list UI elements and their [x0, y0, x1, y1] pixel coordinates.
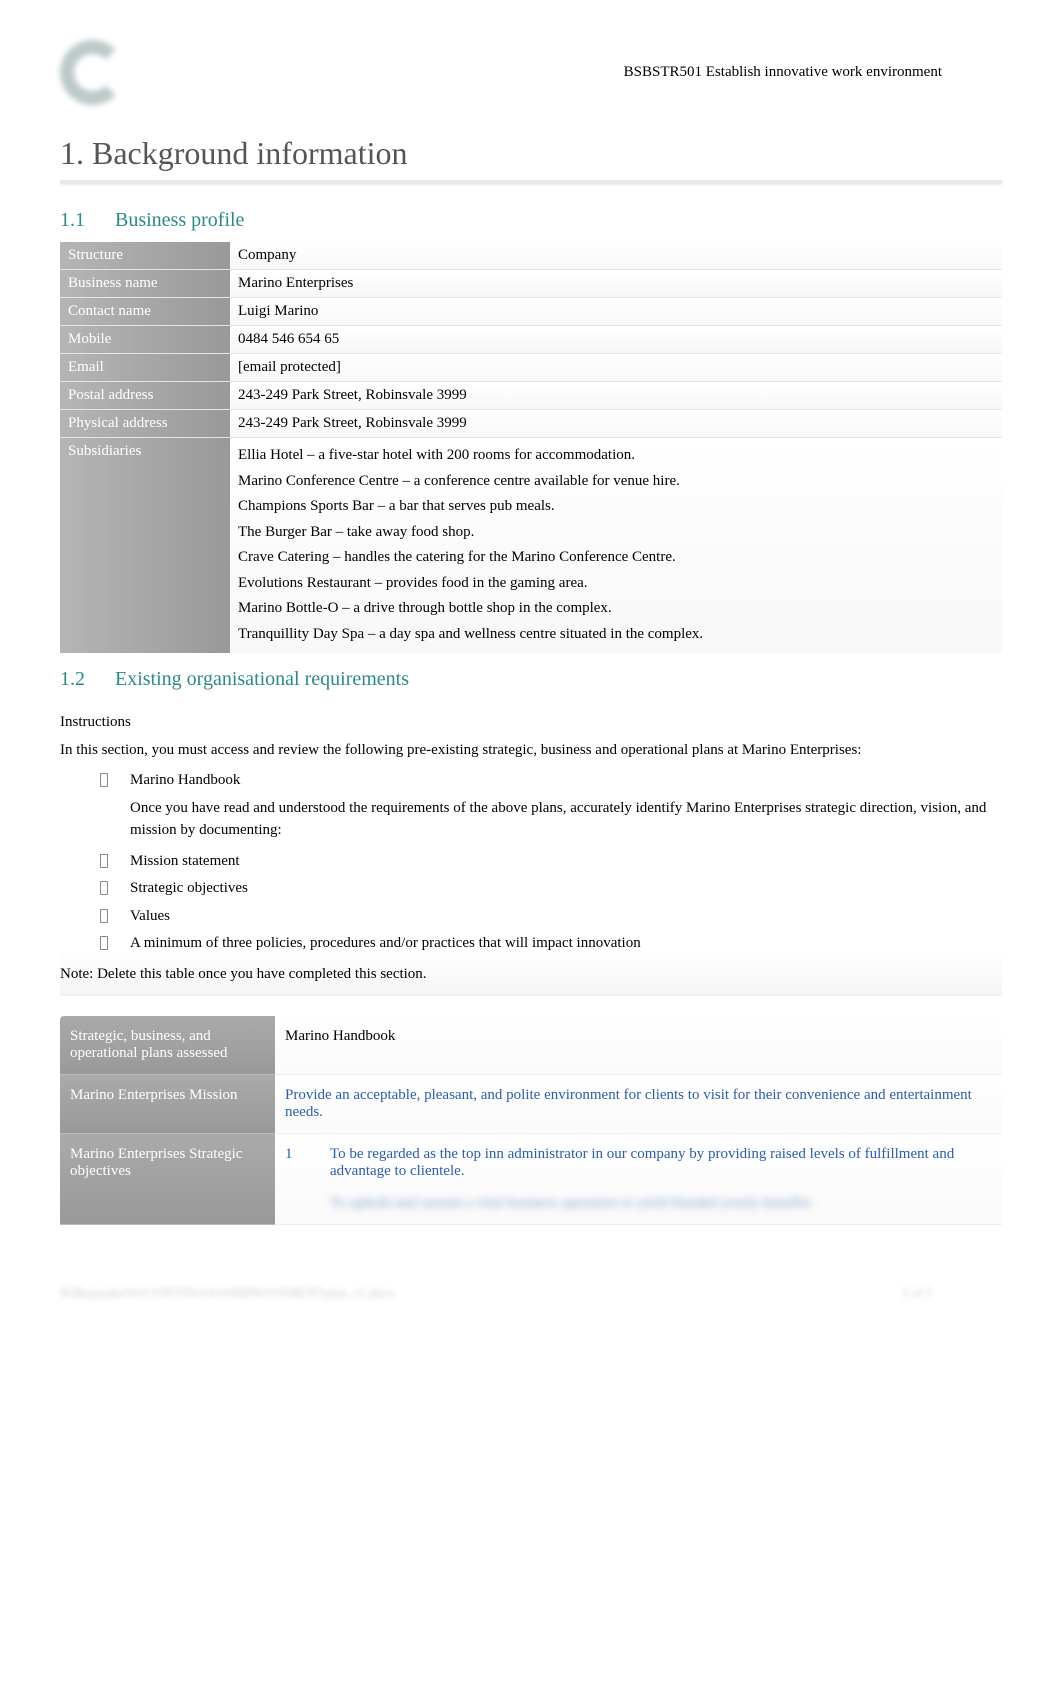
objective-number: 1: [285, 1146, 300, 1180]
subsidiary-item: Evolutions Restaurant – provides food in…: [238, 571, 994, 597]
table-row: Marino Enterprises Mission Provide an ac…: [60, 1075, 1002, 1134]
subsidiary-item: Champions Sports Bar – a bar that serves…: [238, 494, 994, 520]
subsidiary-item: Marino Conference Centre – a conference …: [238, 469, 994, 495]
list-item: A minimum of three policies, procedures …: [100, 932, 992, 955]
objective-item: 1 To be regarded as the top inn administ…: [285, 1146, 992, 1180]
course-code: BSBSTR501 Establish innovative work envi…: [135, 64, 942, 81]
section-divider: [60, 180, 1002, 184]
plans-value: Marino Handbook: [275, 1016, 1002, 1075]
list-item: Marino Handbook: [100, 769, 992, 792]
subsidiary-item: Marino Bottle-O – a drive through bottle…: [238, 596, 994, 622]
profile-value: Luigi Marino: [230, 298, 1002, 326]
company-logo: [60, 40, 135, 105]
profile-label: Postal address: [60, 382, 230, 410]
profile-label: Subsidiaries: [60, 438, 230, 653]
table-row: Mobile 0484 546 654 65: [60, 326, 1002, 354]
list-item: Values: [100, 905, 992, 928]
profile-label: Structure: [60, 242, 230, 270]
subsidiary-item: Crave Catering – handles the catering fo…: [238, 545, 994, 571]
objective-text: To be regarded as the top inn administra…: [330, 1146, 992, 1180]
instructions-box: Instructions In this section, you must a…: [60, 701, 1002, 996]
table-row: Contact name Luigi Marino: [60, 298, 1002, 326]
profile-value: 0484 546 654 65: [230, 326, 1002, 354]
profile-value: 243-249 Park Street, Robinsvale 3999: [230, 410, 1002, 438]
section-1-title: 1. Background information: [60, 135, 1002, 172]
table-row: Physical address 243-249 Park Street, Ro…: [60, 410, 1002, 438]
footer-filename: BSBopsadm501CONTINUOUSIMPROVEMENTplan_v1…: [60, 1285, 902, 1301]
subsidiary-item: Tranquillity Day Spa – a day spa and wel…: [238, 622, 994, 648]
plans-label: Marino Enterprises Strategic objectives: [60, 1134, 275, 1225]
list-item: Mission statement: [100, 850, 992, 873]
page-header: BSBSTR501 Establish innovative work envi…: [60, 40, 1002, 105]
table-row: Email [email protected]: [60, 354, 1002, 382]
instructions-note: Note: Delete this table once you have co…: [60, 963, 992, 986]
subsidiary-item: Ellia Hotel – a five-star hotel with 200…: [238, 443, 994, 469]
instructions-title: Instructions: [60, 711, 992, 734]
table-row: Business name Marino Enterprises: [60, 270, 1002, 298]
profile-label: Mobile: [60, 326, 230, 354]
bullet-list: Marino Handbook: [60, 769, 992, 792]
profile-value: Company: [230, 242, 1002, 270]
plans-table: Strategic, business, and operational pla…: [60, 1016, 1002, 1225]
page-footer: BSBopsadm501CONTINUOUSIMPROVEMENTplan_v1…: [60, 1285, 1002, 1301]
business-profile-table: Structure Company Business name Marino E…: [60, 242, 1002, 653]
profile-label: Physical address: [60, 410, 230, 438]
plans-label: Marino Enterprises Mission: [60, 1075, 275, 1134]
profile-label: Email: [60, 354, 230, 382]
profile-value: Marino Enterprises: [230, 270, 1002, 298]
bullet-list: Mission statement Strategic objectives V…: [60, 850, 992, 955]
section-text: Business profile: [115, 209, 244, 231]
list-item: Strategic objectives: [100, 877, 992, 900]
instructions-intro: In this section, you must access and rev…: [60, 739, 992, 762]
plans-value: 1 To be regarded as the top inn administ…: [275, 1134, 1002, 1225]
table-row: Strategic, business, and operational pla…: [60, 1016, 1002, 1075]
section-1-2-title: 1.2 Existing organisational requirements: [60, 668, 1002, 691]
section-text: Existing organisational requirements: [115, 668, 409, 690]
plans-label: Strategic, business, and operational pla…: [60, 1016, 275, 1075]
section-1-1-title: 1.1 Business profile: [60, 209, 1002, 232]
table-row: Marino Enterprises Strategic objectives …: [60, 1134, 1002, 1225]
profile-value: 243-249 Park Street, Robinsvale 3999: [230, 382, 1002, 410]
table-row: Structure Company: [60, 242, 1002, 270]
subsidiary-item: The Burger Bar – take away food shop.: [238, 520, 994, 546]
profile-value: Ellia Hotel – a five-star hotel with 200…: [230, 438, 1002, 653]
section-number: 1.2: [60, 668, 110, 691]
profile-value: [email protected]: [230, 354, 1002, 382]
section-number: 1.1: [60, 209, 110, 232]
profile-label: Contact name: [60, 298, 230, 326]
profile-label: Business name: [60, 270, 230, 298]
blurred-content: To uphold and sustain a vital business o…: [285, 1195, 992, 1212]
table-row: Subsidiaries Ellia Hotel – a five-star h…: [60, 438, 1002, 653]
plans-value: Provide an acceptable, pleasant, and pol…: [275, 1075, 1002, 1134]
footer-page-number: 1 of 5: [902, 1285, 1002, 1301]
instructions-subtext: Once you have read and understood the re…: [60, 797, 992, 842]
table-row: Postal address 243-249 Park Street, Robi…: [60, 382, 1002, 410]
